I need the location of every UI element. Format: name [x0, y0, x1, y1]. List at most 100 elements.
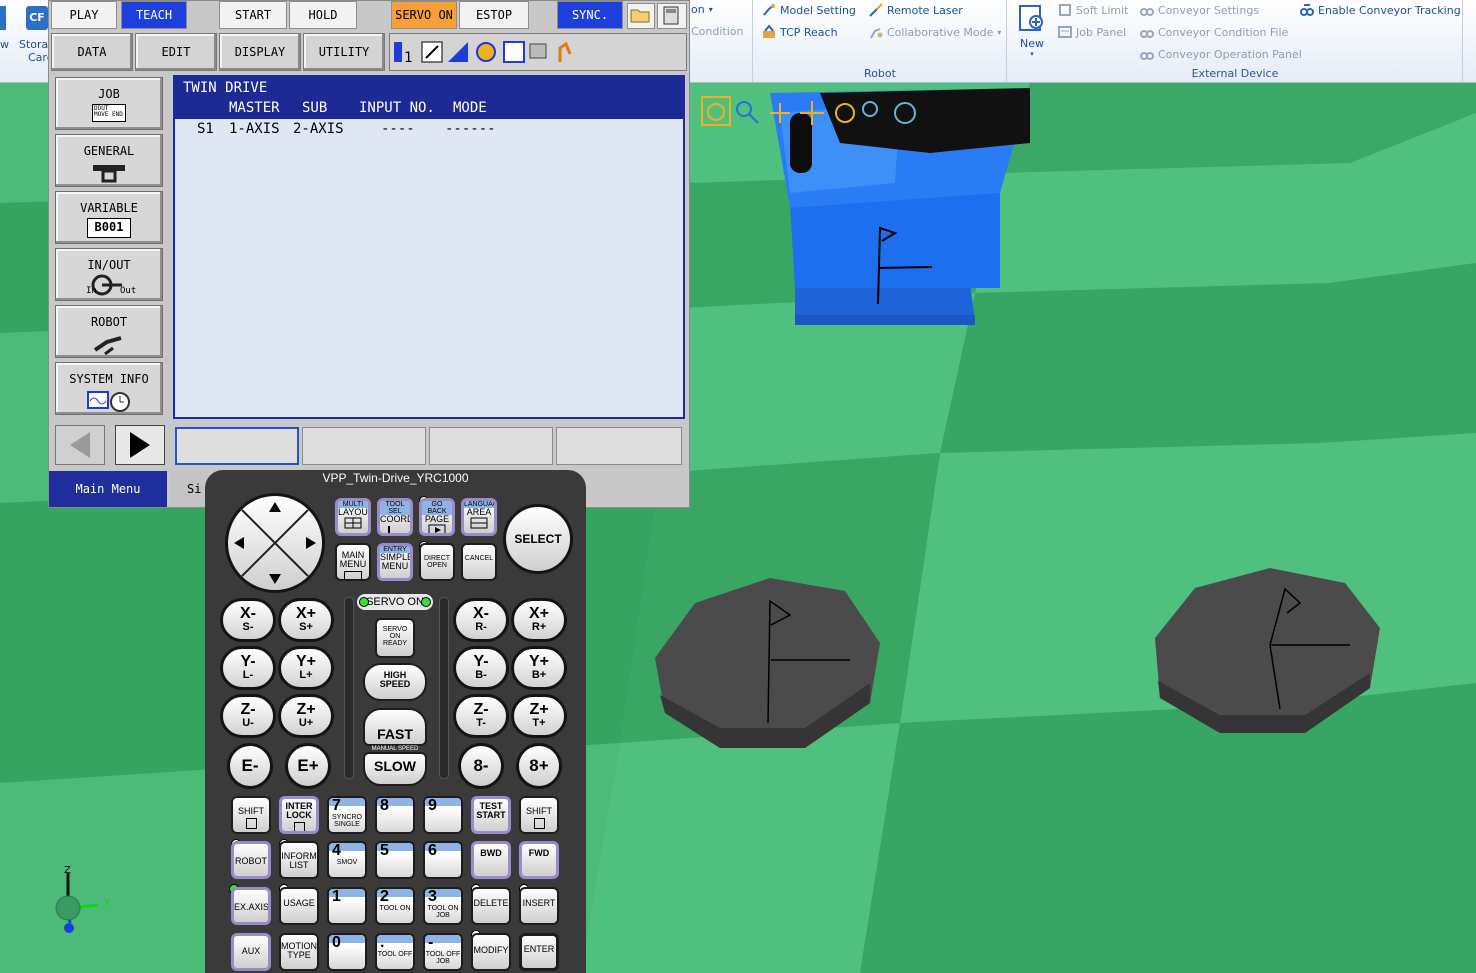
- shift-right-key[interactable]: SHIFT: [519, 796, 559, 834]
- coord-key[interactable]: TOOL SEL COORD: [377, 498, 413, 536]
- jog-y-minus-key[interactable]: Y- L-: [220, 646, 276, 690]
- cursor-left-icon[interactable]: [234, 537, 244, 549]
- display-menu-button[interactable]: DISPLAY: [219, 33, 301, 71]
- hold-button[interactable]: HOLD: [289, 1, 357, 29]
- modify-key[interactable]: MODIFY: [471, 933, 511, 971]
- fragment-condition[interactable]: Condition: [691, 25, 744, 38]
- job-panel-button[interactable]: Job Panel: [1058, 25, 1126, 39]
- jog-rx-minus-key[interactable]: X- R-: [453, 598, 509, 642]
- key-5[interactable]: 5: [375, 841, 415, 879]
- main-menu-button[interactable]: Main Menu: [49, 471, 167, 507]
- insert-key[interactable]: INSERT: [519, 887, 559, 925]
- page-key[interactable]: GO BACK PAGE: [419, 498, 455, 536]
- jog-rz-plus-key[interactable]: Z+ T+: [511, 694, 567, 738]
- high-speed-key[interactable]: HIGH SPEED: [363, 663, 427, 701]
- slow-key[interactable]: SLOW: [363, 752, 427, 786]
- key-4[interactable]: 4 SMOV: [327, 841, 367, 879]
- jog-x-minus-key[interactable]: X- S-: [220, 598, 276, 642]
- direct-open-key[interactable]: DIRECT OPEN: [419, 543, 455, 581]
- jog-8-plus-key[interactable]: 8+: [516, 743, 562, 789]
- key-9[interactable]: 9: [423, 796, 463, 834]
- enter-key[interactable]: ENTER: [519, 933, 559, 971]
- utility-menu-button[interactable]: UTILITY: [303, 33, 385, 71]
- soft-limit-button[interactable]: Soft Limit: [1058, 3, 1128, 17]
- inout-button[interactable]: IN/OUT In Out: [55, 248, 163, 301]
- edit-menu-button[interactable]: EDIT: [135, 33, 217, 71]
- cursor-right-icon[interactable]: [306, 537, 316, 549]
- fragment-ion[interactable]: ion ▾: [688, 3, 713, 16]
- main-menu-key[interactable]: MAIN MENU: [335, 543, 371, 581]
- shift-left-key[interactable]: SHIFT: [231, 796, 271, 834]
- data-menu-button[interactable]: DATA: [51, 33, 133, 71]
- cursor-down-icon[interactable]: [269, 574, 281, 584]
- conveyor-condition-file-button[interactable]: Conveyor Condition File: [1140, 25, 1288, 39]
- jog-ry-plus-key[interactable]: Y+ B+: [511, 646, 567, 690]
- conveyor-operation-panel-button[interactable]: Conveyor Operation Panel: [1140, 47, 1302, 61]
- jog-y-plus-key[interactable]: Y+ L+: [278, 646, 334, 690]
- variable-button[interactable]: VARIABLE B001: [55, 191, 163, 244]
- inform-list-key[interactable]: INFORM LIST: [279, 841, 319, 879]
- servo-on-button[interactable]: SERVO ON: [391, 1, 457, 29]
- cursor-pad[interactable]: [225, 493, 325, 593]
- key-7[interactable]: 7 SYNCRO SINGLE: [327, 796, 367, 834]
- interlock-key[interactable]: INTER LOCK: [279, 796, 319, 834]
- jog-ry-minus-key[interactable]: Y- B-: [453, 646, 509, 690]
- key-3[interactable]: 3 TOOL ON JOB: [423, 887, 463, 925]
- start-button[interactable]: START: [219, 1, 287, 29]
- key-0[interactable]: 0: [327, 933, 367, 971]
- conveyor-settings-button[interactable]: Conveyor Settings: [1140, 3, 1259, 17]
- estop-button[interactable]: ESTOP: [459, 1, 529, 29]
- function-key-4[interactable]: [556, 427, 682, 465]
- jog-e-plus-key[interactable]: E+: [285, 743, 331, 789]
- aux-key[interactable]: AUX: [231, 933, 271, 971]
- play-button[interactable]: PLAY: [51, 1, 117, 29]
- select-key[interactable]: SELECT: [503, 504, 573, 574]
- enable-conveyor-tracking-button[interactable]: Enable Conveyor Tracking: [1300, 3, 1461, 17]
- simple-menu-button-fragment[interactable]: Si: [169, 471, 209, 507]
- system-info-button[interactable]: SYSTEM INFO: [55, 362, 163, 415]
- robot-button[interactable]: ROBOT: [55, 305, 163, 358]
- jog-rx-plus-key[interactable]: X+ R+: [511, 598, 567, 642]
- delete-key[interactable]: DELETE: [471, 887, 511, 925]
- teach-button[interactable]: TEACH: [121, 1, 187, 29]
- row-mode[interactable]: ------: [445, 121, 496, 137]
- remote-laser-button[interactable]: Remote Laser: [869, 3, 963, 17]
- page-back-button[interactable]: [55, 425, 105, 465]
- robot-key[interactable]: ROBOT: [231, 841, 271, 879]
- fwd-key[interactable]: FWD: [519, 841, 559, 879]
- folder-icon[interactable]: [627, 3, 655, 29]
- key-2[interactable]: 2 TOOL ON: [375, 887, 415, 925]
- tcp-reach-button[interactable]: TCP Reach: [762, 25, 838, 39]
- new-button[interactable]: New ▾: [1014, 2, 1050, 62]
- bwd-key[interactable]: BWD: [471, 841, 511, 879]
- fast-key[interactable]: FAST: [363, 708, 427, 746]
- jog-rz-minus-key[interactable]: Z- T-: [453, 694, 509, 738]
- page-forward-button[interactable]: [115, 425, 165, 465]
- table-row[interactable]: S1 1-AXIS 2-AXIS ---- ------: [175, 119, 683, 141]
- key-dot[interactable]: . TOOL OFF: [375, 933, 415, 971]
- jog-z-minus-key[interactable]: Z- U-: [220, 694, 276, 738]
- usage-key[interactable]: USAGE: [279, 887, 319, 925]
- key-8[interactable]: 8: [375, 796, 415, 834]
- multi-layout-key[interactable]: MULTI LAYOUT: [335, 498, 371, 536]
- sync-button[interactable]: SYNC.: [557, 1, 623, 29]
- jog-z-plus-key[interactable]: Z+ U+: [278, 694, 334, 738]
- key-minus[interactable]: - TOOL OFF JOB: [423, 933, 463, 971]
- jog-x-plus-key[interactable]: X+ S+: [278, 598, 334, 642]
- storage-card-fragment[interactable]: CF w Storag Card: [0, 0, 55, 66]
- model-setting-button[interactable]: Model Setting: [762, 3, 856, 17]
- jog-8-minus-key[interactable]: 8-: [458, 743, 504, 789]
- servo-on-ready-key[interactable]: SERVO ON READY: [375, 618, 415, 658]
- key-6[interactable]: 6: [423, 841, 463, 879]
- simple-menu-key[interactable]: ENTRY SIMPLE MENU: [377, 543, 413, 581]
- cursor-up-icon[interactable]: [269, 502, 281, 512]
- cancel-key[interactable]: CANCEL: [461, 543, 497, 581]
- calculator-icon[interactable]: [657, 3, 687, 29]
- key-1[interactable]: 1: [327, 887, 367, 925]
- jog-e-minus-key[interactable]: E-: [227, 743, 273, 789]
- test-start-key[interactable]: TEST START: [471, 796, 511, 834]
- row-input-no[interactable]: ----: [381, 121, 415, 137]
- job-button[interactable]: JOB DOUT MOVE END: [55, 77, 163, 130]
- function-key-1[interactable]: [175, 427, 299, 465]
- collaborative-mode-button[interactable]: Collaborative Mode ▾: [869, 25, 1001, 39]
